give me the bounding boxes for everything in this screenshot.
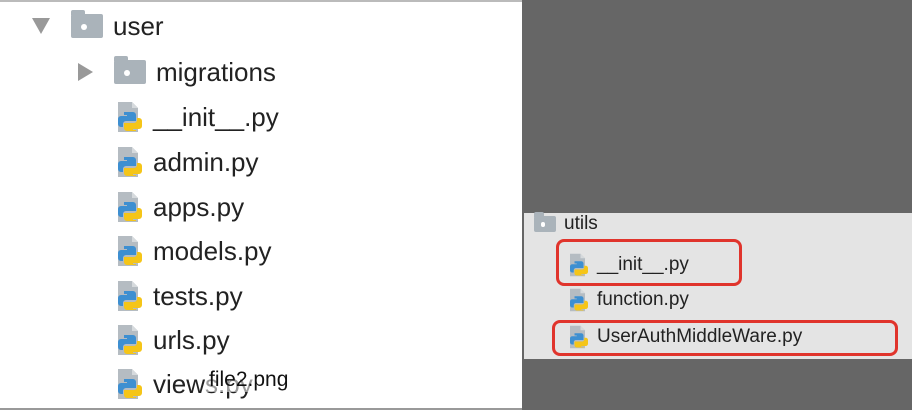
folder-icon — [534, 212, 556, 232]
tree-file[interactable]: urls.py — [114, 320, 230, 360]
chevron-down-icon[interactable] — [32, 18, 50, 34]
drag-filename-overlay: file2.png — [206, 368, 292, 392]
python-file-icon — [114, 367, 146, 401]
tree-folder-utils[interactable]: utils — [534, 209, 598, 239]
tree-file[interactable]: admin.py — [114, 142, 259, 182]
python-file-icon — [114, 145, 146, 179]
tree-file[interactable]: tests.py — [114, 276, 243, 316]
tree-file[interactable]: function.py — [567, 285, 689, 315]
python-file-icon — [567, 287, 591, 313]
tree-file[interactable]: models.py — [114, 231, 272, 271]
tree-folder-user[interactable]: user — [32, 6, 164, 46]
python-file-icon — [114, 190, 146, 224]
highlight-box — [556, 239, 742, 286]
highlight-box — [552, 320, 898, 356]
folder-icon — [114, 56, 146, 84]
python-file-icon — [114, 100, 146, 134]
chevron-right-icon[interactable] — [78, 63, 93, 81]
project-tree-right: utils __init__.py function.py UserAuthMi… — [524, 212, 912, 359]
python-file-icon — [114, 323, 146, 357]
folder-icon — [71, 10, 103, 38]
python-file-icon — [114, 279, 146, 313]
tree-folder-migrations[interactable]: migrations — [78, 52, 276, 92]
python-file-icon — [114, 234, 146, 268]
project-tree-left: user migrations __init__.py admin.py app… — [0, 0, 522, 410]
tree-file[interactable]: apps.py — [114, 187, 244, 227]
tree-file[interactable]: __init__.py — [114, 97, 279, 137]
